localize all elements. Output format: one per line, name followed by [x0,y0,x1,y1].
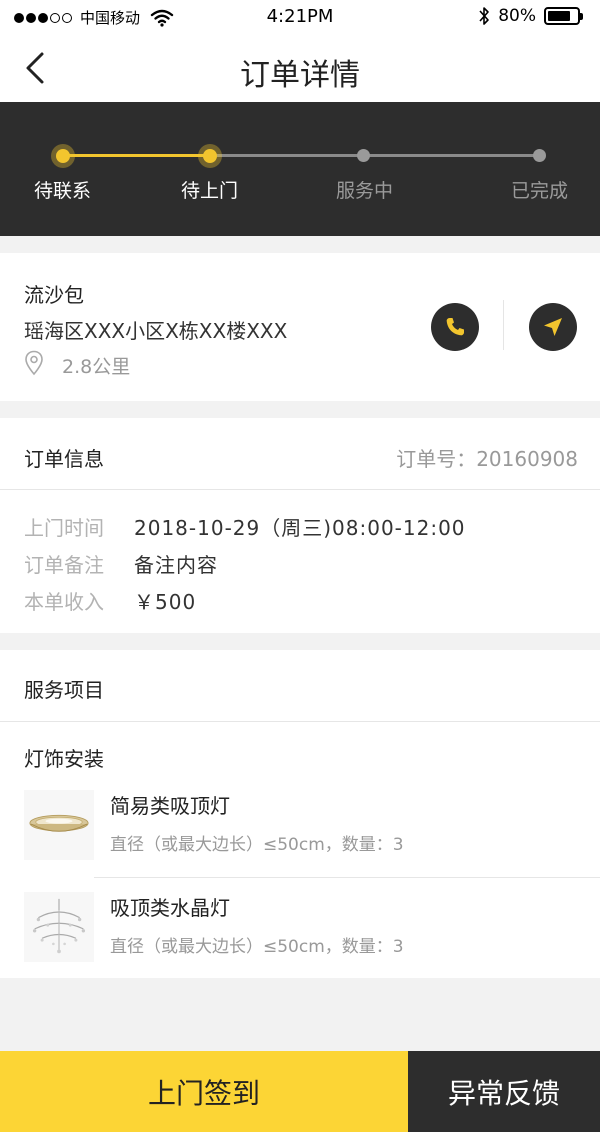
order-info-card: 订单信息 订单号：20160908 上门时间 2018-10-29（周三)08:… [0,418,600,633]
info-key: 本单收入 [24,590,104,614]
location-pin-icon [25,350,43,376]
info-value: 备注内容 [134,553,218,577]
step-label-visit: 待上门 [181,180,239,202]
battery-percent: 80% [498,6,536,26]
customer-name: 流沙包 [24,283,84,307]
ceiling-lamp-image [24,790,94,860]
page-title: 订单详情 [240,58,360,93]
divider [94,877,600,878]
info-key: 订单备注 [24,553,104,577]
info-row-income: 本单收入 ￥500 [24,586,196,615]
step-label-in-service: 服务中 [336,180,394,202]
order-progress: 待联系 待上门 服务中 已完成 [0,102,600,236]
navigation-arrow-icon [544,318,562,336]
phone-icon [446,318,464,336]
step-label-contact: 待联系 [34,180,92,202]
progress-track-done [63,154,210,157]
navigation-bar: 订单详情 [0,34,600,102]
info-row-remark: 订单备注 备注内容 [24,549,218,578]
step-node-in-service [357,149,370,162]
order-info-title: 订单信息 [24,447,104,471]
bottom-action-bar: 上门签到 异常反馈 [0,1051,600,1132]
service-category: 灯饰安装 [24,747,104,771]
bluetooth-icon [479,7,490,25]
battery-icon [544,7,583,25]
navigate-button[interactable] [529,303,577,351]
service-items-card: 服务项目 灯饰安装 简易类吸顶灯 直径（或最大边长）≤50cm，数量：3 吸顶类 [0,650,600,978]
service-item-spec: 直径（或最大边长）≤50cm，数量：3 [110,937,404,957]
button-divider [503,300,504,350]
customer-card: 流沙包 瑶海区XXX小区X栋XX楼XXX 2.8公里 [0,253,600,401]
call-button[interactable] [431,303,479,351]
status-bar: 中国移动 4:21PM 80% [0,0,600,34]
service-item-name: 吸顶类水晶灯 [110,896,230,920]
service-item-spec: 直径（或最大边长）≤50cm，数量：3 [110,835,404,855]
service-item-name: 简易类吸顶灯 [110,794,230,818]
step-node-completed [533,149,546,162]
crystal-chandelier-image [24,892,94,962]
status-right: 80% [478,6,583,26]
checkin-button[interactable]: 上门签到 [0,1051,408,1132]
info-value: ￥500 [134,590,197,614]
order-number: 订单号：20160908 [396,447,578,471]
step-label-completed: 已完成 [511,180,569,202]
divider [0,489,600,490]
distance-text: 2.8公里 [62,356,131,378]
info-key: 上门时间 [24,516,104,540]
service-items-title: 服务项目 [24,678,104,702]
info-row-visit-time: 上门时间 2018-10-29（周三)08:00-12:00 [24,512,466,541]
exception-feedback-button[interactable]: 异常反馈 [408,1051,600,1132]
customer-address: 瑶海区XXX小区X栋XX楼XXX [24,319,288,343]
progress-track-pending [210,154,540,157]
divider [0,721,600,722]
info-value: 2018-10-29（周三)08:00-12:00 [134,516,466,540]
step-node-contact [51,144,75,168]
step-node-visit [198,144,222,168]
